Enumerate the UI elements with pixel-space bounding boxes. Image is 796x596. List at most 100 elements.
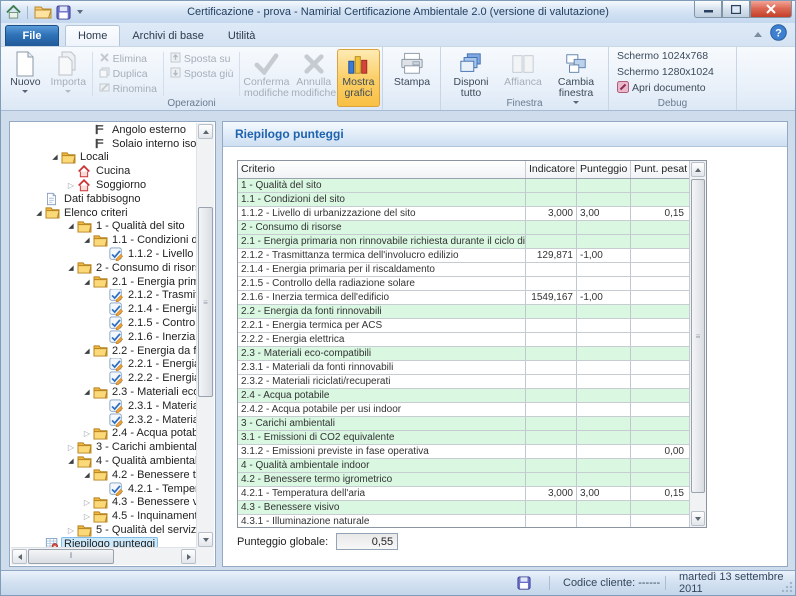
expander-collapsed-icon[interactable] (65, 526, 77, 535)
table-row[interactable]: 2.2.2 - Energia elettrica (238, 333, 690, 347)
tree-item[interactable]: 2.1 - Energia primaria non rinn (11, 275, 197, 289)
tree-item[interactable]: 2 - Consumo di risorse (11, 261, 197, 275)
table-row[interactable]: 4 - Qualità ambientale indoor (238, 459, 690, 473)
sposta-su-button[interactable]: Sposta su (166, 52, 238, 66)
expander-collapsed-icon[interactable] (81, 498, 93, 507)
close-button[interactable] (750, 1, 792, 18)
table-row[interactable]: 3.1 - Emissioni di CO2 equivalente (238, 431, 690, 445)
apri-documento-button[interactable]: Apri documento (617, 81, 706, 95)
tree-item[interactable]: Soggiorno (11, 178, 197, 192)
tree-item[interactable]: 1 - Qualità del sito (11, 220, 197, 234)
tree-item[interactable]: 2.3.2 - Materiali riciclati/rec (11, 413, 197, 427)
tree-item[interactable]: 4.3 - Benessere visivo (11, 496, 197, 510)
table-row[interactable]: 4.2.1 - Temperatura dell'aria3,0003,000,… (238, 487, 690, 501)
tree-item[interactable]: Locali (11, 151, 197, 165)
global-score-field[interactable]: 0,55 (336, 533, 398, 550)
table-row[interactable]: 3 - Carichi ambientali (238, 417, 690, 431)
table-row[interactable]: 2.3.2 - Materiali riciclati/recuperati (238, 375, 690, 389)
duplica-button[interactable]: Duplica (95, 67, 161, 81)
table-row[interactable]: 2.4.2 - Acqua potabile per usi indoor (238, 403, 690, 417)
table-row[interactable]: 2.3 - Materiali eco-compatibili (238, 347, 690, 361)
column-header-punteggio[interactable]: Punteggio (577, 161, 631, 178)
tree-vertical-scrollbar[interactable]: ≡ (196, 123, 214, 548)
expander-expanded-icon[interactable] (49, 153, 61, 161)
scroll-down-button[interactable] (691, 511, 705, 526)
tree-item[interactable]: 2.1.5 - Controllo della radia (11, 316, 197, 330)
table-row[interactable]: 2.1.6 - Inerzia termica dell'edificio154… (238, 291, 690, 305)
expander-collapsed-icon[interactable] (65, 181, 77, 190)
tree-item[interactable]: Angolo esterno (11, 123, 197, 137)
help-icon[interactable]: ? (770, 24, 787, 44)
tree-item[interactable]: 2.2.2 - Energia elettrica (11, 371, 197, 385)
tree-item[interactable]: 1.1 - Condizioni del sito (11, 233, 197, 247)
tab-archivi-di-base[interactable]: Archivi di base (120, 26, 216, 46)
tab-utilita[interactable]: Utilità (216, 26, 268, 46)
table-row[interactable]: 4.2 - Benessere termo igrometrico (238, 473, 690, 487)
expander-expanded-icon[interactable] (81, 388, 93, 396)
expander-expanded-icon[interactable] (65, 264, 77, 272)
scrollbar-thumb[interactable]: ≡ (198, 207, 213, 397)
table-row[interactable]: 4.3.1 - Illuminazione naturale (238, 515, 690, 528)
expander-expanded-icon[interactable] (81, 278, 93, 286)
table-row[interactable]: 2.1.5 - Controllo della radiazione solar… (238, 277, 690, 291)
tree-item[interactable]: 3 - Carichi ambientali (11, 440, 197, 454)
scroll-right-button[interactable] (181, 549, 196, 564)
expander-expanded-icon[interactable] (81, 347, 93, 355)
schermo-1280x1024-button[interactable]: Schermo 1280x1024 (617, 65, 714, 79)
qat-dropdown-icon[interactable] (77, 10, 83, 14)
tree-item[interactable]: 2.1.2 - Trasmittanza termic (11, 289, 197, 303)
tab-home[interactable]: Home (65, 25, 120, 46)
tree-item[interactable]: 2.1.6 - Inerzia termica dell' (11, 330, 197, 344)
tree-item[interactable]: Elenco criteri (11, 206, 197, 220)
scroll-left-button[interactable] (12, 549, 27, 564)
home-icon[interactable] (6, 5, 21, 19)
scrollbar-thumb[interactable]: ≡ (691, 179, 705, 493)
expander-expanded-icon[interactable] (65, 457, 77, 465)
table-row[interactable]: 2.1.4 - Energia primaria per il riscalda… (238, 263, 690, 277)
stampa-button[interactable]: Stampa (386, 49, 438, 107)
elimina-button[interactable]: Elimina (95, 52, 161, 66)
table-row[interactable]: 1.1.2 - Livello di urbanizzazione del si… (238, 207, 690, 221)
tree-item[interactable]: 2.3 - Materiali eco-compatibili (11, 385, 197, 399)
expander-expanded-icon[interactable] (81, 236, 93, 244)
maximize-button[interactable] (722, 1, 750, 18)
expander-expanded-icon[interactable] (65, 222, 77, 230)
scrollbar-thumb[interactable]: 𝍪 (28, 549, 114, 564)
expander-collapsed-icon[interactable] (81, 512, 93, 521)
tree-item[interactable]: 2.1.4 - Energia primaria pe (11, 302, 197, 316)
table-row[interactable]: 2.1.2 - Trasmittanza termica dell'involu… (238, 249, 690, 263)
table-vertical-scrollbar[interactable]: ≡ (689, 161, 706, 527)
table-row[interactable]: 2.2.1 - Energia termica per ACS (238, 319, 690, 333)
scroll-up-button[interactable] (691, 162, 705, 177)
tree-item[interactable]: 2.4 - Acqua potabile (11, 427, 197, 441)
table-row[interactable]: 2 - Consumo di risorse (238, 221, 690, 235)
tab-file[interactable]: File (5, 25, 59, 46)
sposta-giu-button[interactable]: Sposta giù (166, 67, 238, 81)
tree-item[interactable]: 2.3.1 - Materiali da fonti rin (11, 399, 197, 413)
rinomina-button[interactable]: Rinomina (95, 82, 161, 96)
tree-item[interactable]: 5 - Qualità del servizio (11, 523, 197, 537)
tree-item[interactable]: 4.2.1 - Temperatura dell'ar (11, 482, 197, 496)
expander-expanded-icon[interactable] (81, 471, 93, 479)
open-folder-icon[interactable] (34, 5, 52, 19)
column-header-indicatore[interactable]: Indicatore (526, 161, 577, 178)
tree-item[interactable]: 2.2.1 - Energia termica per (11, 358, 197, 372)
save-icon[interactable] (56, 5, 71, 20)
scroll-up-button[interactable] (198, 124, 213, 139)
scroll-down-button[interactable] (198, 532, 213, 547)
tree-item[interactable]: Cucina (11, 164, 197, 178)
minimize-button[interactable] (694, 1, 722, 18)
table-row[interactable]: 1.1 - Condizioni del sito (238, 193, 690, 207)
column-header-punt-pesato[interactable]: Punt. pesato (631, 161, 687, 178)
schermo-1024x768-button[interactable]: Schermo 1024x768 (617, 49, 708, 63)
table-row[interactable]: 4.3 - Benessere visivo (238, 501, 690, 515)
tree-horizontal-scrollbar[interactable]: 𝍪 (11, 547, 197, 565)
table-row[interactable]: 2.1 - Energia primaria non rinnovabile r… (238, 235, 690, 249)
tree-item[interactable]: 4.2 - Benessere termo igromet (11, 468, 197, 482)
minimize-ribbon-icon[interactable] (754, 32, 762, 37)
tree-item[interactable]: 1.1.2 - Livello di urbanizzaz (11, 247, 197, 261)
table-row[interactable]: 2.4 - Acqua potabile (238, 389, 690, 403)
tree-item[interactable]: 4 - Qualità ambientale indoor (11, 454, 197, 468)
tree-item[interactable]: 2.2 - Energia da fonti rinnovab (11, 344, 197, 358)
tree-item[interactable]: 4.5 - Inquinamento elettromag (11, 509, 197, 523)
